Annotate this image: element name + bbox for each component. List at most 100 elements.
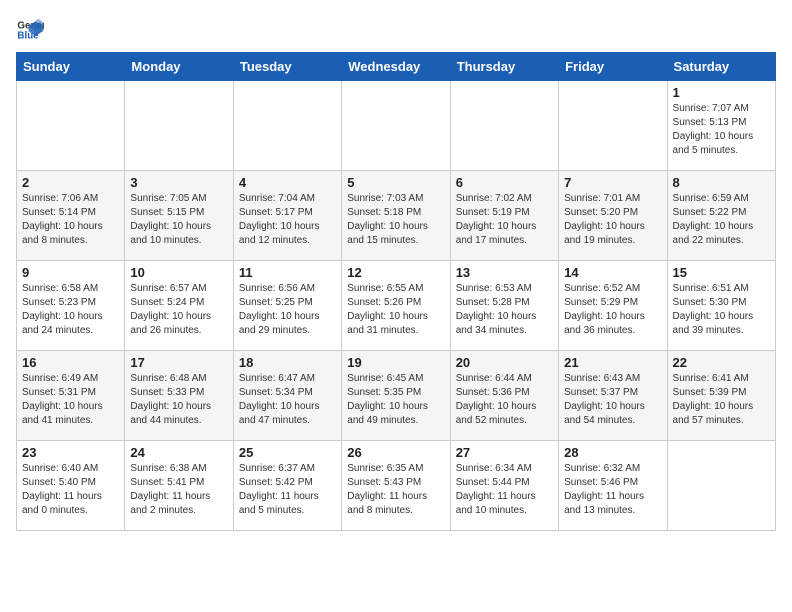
day-number: 19 <box>347 355 444 370</box>
day-number: 12 <box>347 265 444 280</box>
day-number: 28 <box>564 445 661 460</box>
calendar-cell: 1Sunrise: 7:07 AM Sunset: 5:13 PM Daylig… <box>667 81 775 171</box>
day-info: Sunrise: 6:45 AM Sunset: 5:35 PM Dayligh… <box>347 372 444 428</box>
day-number: 3 <box>130 175 227 190</box>
calendar-cell: 8 Sunrise: 6:59 AM Sunset: 5:22 PM Daylig… <box>667 171 775 261</box>
calendar-cell: 23 Sunrise: 6:40 AM Sunset: 5:40 PM Dayli… <box>17 441 125 531</box>
calendar-week-row: 16 Sunrise: 6:49 AM Sunset: 5:31 PM Dayli… <box>17 351 776 441</box>
day-info: Sunrise: 6:37 AM Sunset: 5:42 PM Dayligh… <box>239 462 336 518</box>
calendar-cell: 22 Sunrise: 6:41 AM Sunset: 5:39 PM Dayli… <box>667 351 775 441</box>
day-number: 27 <box>456 445 553 460</box>
day-number: 15 <box>673 265 770 280</box>
day-info: Sunrise: 7:04 AM Sunset: 5:17 PM Dayligh… <box>239 192 336 248</box>
day-info: Sunrise: 6:47 AM Sunset: 5:34 PM Dayligh… <box>239 372 336 428</box>
day-info: Sunrise: 6:57 AM Sunset: 5:24 PM Dayligh… <box>130 282 227 338</box>
day-info: Sunrise: 6:35 AM Sunset: 5:43 PM Dayligh… <box>347 462 444 518</box>
day-info: Sunrise: 6:49 AM Sunset: 5:31 PM Dayligh… <box>22 372 119 428</box>
day-number: 10 <box>130 265 227 280</box>
calendar-cell: 25 Sunrise: 6:37 AM Sunset: 5:42 PM Dayli… <box>233 441 341 531</box>
day-number: 14 <box>564 265 661 280</box>
calendar-cell: 6 Sunrise: 7:02 AM Sunset: 5:19 PM Daylig… <box>450 171 558 261</box>
day-info: Sunrise: 7:02 AM Sunset: 5:19 PM Dayligh… <box>456 192 553 248</box>
calendar-cell: 11 Sunrise: 6:56 AM Sunset: 5:25 PM Dayli… <box>233 261 341 351</box>
calendar-week-row: 2 Sunrise: 7:06 AM Sunset: 5:14 PM Daylig… <box>17 171 776 261</box>
day-info: Sunrise: 7:03 AM Sunset: 5:18 PM Dayligh… <box>347 192 444 248</box>
day-number: 21 <box>564 355 661 370</box>
day-info: Sunrise: 6:43 AM Sunset: 5:37 PM Dayligh… <box>564 372 661 428</box>
calendar-table: SundayMondayTuesdayWednesdayThursdayFrid… <box>16 52 776 531</box>
calendar-cell: 2 Sunrise: 7:06 AM Sunset: 5:14 PM Daylig… <box>17 171 125 261</box>
calendar-header-saturday: Saturday <box>667 53 775 81</box>
calendar-cell <box>17 81 125 171</box>
calendar-cell: 13Sunrise: 6:53 AM Sunset: 5:28 PM Dayli… <box>450 261 558 351</box>
calendar-cell: 18 Sunrise: 6:47 AM Sunset: 5:34 PM Dayli… <box>233 351 341 441</box>
logo-icon: General Blue <box>16 16 44 44</box>
day-number: 24 <box>130 445 227 460</box>
calendar-week-row: 9Sunrise: 6:58 AM Sunset: 5:23 PM Daylig… <box>17 261 776 351</box>
day-info: Sunrise: 6:55 AM Sunset: 5:26 PM Dayligh… <box>347 282 444 338</box>
calendar-cell <box>450 81 558 171</box>
calendar-cell <box>233 81 341 171</box>
day-info: Sunrise: 6:44 AM Sunset: 5:36 PM Dayligh… <box>456 372 553 428</box>
day-number: 16 <box>22 355 119 370</box>
day-info: Sunrise: 7:01 AM Sunset: 5:20 PM Dayligh… <box>564 192 661 248</box>
calendar-cell: 26 Sunrise: 6:35 AM Sunset: 5:43 PM Dayli… <box>342 441 450 531</box>
day-info: Sunrise: 6:52 AM Sunset: 5:29 PM Dayligh… <box>564 282 661 338</box>
calendar-cell: 12 Sunrise: 6:55 AM Sunset: 5:26 PM Dayli… <box>342 261 450 351</box>
calendar-cell <box>125 81 233 171</box>
calendar-week-row: 23 Sunrise: 6:40 AM Sunset: 5:40 PM Dayli… <box>17 441 776 531</box>
calendar-cell: 27 Sunrise: 6:34 AM Sunset: 5:44 PM Dayli… <box>450 441 558 531</box>
calendar-cell: 24 Sunrise: 6:38 AM Sunset: 5:41 PM Dayli… <box>125 441 233 531</box>
day-info: Sunrise: 7:06 AM Sunset: 5:14 PM Dayligh… <box>22 192 119 248</box>
day-number: 23 <box>22 445 119 460</box>
day-number: 18 <box>239 355 336 370</box>
day-info: Sunrise: 6:38 AM Sunset: 5:41 PM Dayligh… <box>130 462 227 518</box>
calendar-header-sunday: Sunday <box>17 53 125 81</box>
calendar-cell <box>559 81 667 171</box>
day-info: Sunrise: 6:56 AM Sunset: 5:25 PM Dayligh… <box>239 282 336 338</box>
calendar-header-thursday: Thursday <box>450 53 558 81</box>
calendar-cell: 16 Sunrise: 6:49 AM Sunset: 5:31 PM Dayli… <box>17 351 125 441</box>
calendar-header-friday: Friday <box>559 53 667 81</box>
calendar-cell: 3 Sunrise: 7:05 AM Sunset: 5:15 PM Daylig… <box>125 171 233 261</box>
day-number: 25 <box>239 445 336 460</box>
day-number: 5 <box>347 175 444 190</box>
day-info: Sunrise: 6:59 AM Sunset: 5:22 PM Dayligh… <box>673 192 770 248</box>
calendar-header-wednesday: Wednesday <box>342 53 450 81</box>
day-info: Sunrise: 7:05 AM Sunset: 5:15 PM Dayligh… <box>130 192 227 248</box>
day-number: 22 <box>673 355 770 370</box>
day-number: 11 <box>239 265 336 280</box>
day-number: 7 <box>564 175 661 190</box>
calendar-cell: 15 Sunrise: 6:51 AM Sunset: 5:30 PM Dayli… <box>667 261 775 351</box>
day-info: Sunrise: 6:40 AM Sunset: 5:40 PM Dayligh… <box>22 462 119 518</box>
calendar-week-row: 1Sunrise: 7:07 AM Sunset: 5:13 PM Daylig… <box>17 81 776 171</box>
page-header: General Blue <box>16 16 776 44</box>
day-number: 1 <box>673 85 770 100</box>
calendar-cell: 20 Sunrise: 6:44 AM Sunset: 5:36 PM Dayli… <box>450 351 558 441</box>
day-number: 20 <box>456 355 553 370</box>
day-info: Sunrise: 6:41 AM Sunset: 5:39 PM Dayligh… <box>673 372 770 428</box>
calendar-cell: 19 Sunrise: 6:45 AM Sunset: 5:35 PM Dayli… <box>342 351 450 441</box>
day-number: 26 <box>347 445 444 460</box>
day-info: Sunrise: 6:51 AM Sunset: 5:30 PM Dayligh… <box>673 282 770 338</box>
day-info: Sunrise: 6:34 AM Sunset: 5:44 PM Dayligh… <box>456 462 553 518</box>
calendar-cell: 4 Sunrise: 7:04 AM Sunset: 5:17 PM Daylig… <box>233 171 341 261</box>
calendar-cell: 7 Sunrise: 7:01 AM Sunset: 5:20 PM Daylig… <box>559 171 667 261</box>
logo: General Blue <box>16 16 46 44</box>
day-number: 6 <box>456 175 553 190</box>
day-number: 2 <box>22 175 119 190</box>
calendar-cell: 21 Sunrise: 6:43 AM Sunset: 5:37 PM Dayli… <box>559 351 667 441</box>
calendar-header-monday: Monday <box>125 53 233 81</box>
calendar-cell: 17Sunrise: 6:48 AM Sunset: 5:33 PM Dayli… <box>125 351 233 441</box>
calendar-cell <box>667 441 775 531</box>
calendar-cell: 28 Sunrise: 6:32 AM Sunset: 5:46 PM Dayli… <box>559 441 667 531</box>
day-number: 13 <box>456 265 553 280</box>
calendar-header-tuesday: Tuesday <box>233 53 341 81</box>
calendar-cell: 9Sunrise: 6:58 AM Sunset: 5:23 PM Daylig… <box>17 261 125 351</box>
calendar-cell: 5 Sunrise: 7:03 AM Sunset: 5:18 PM Daylig… <box>342 171 450 261</box>
day-info: Sunrise: 6:32 AM Sunset: 5:46 PM Dayligh… <box>564 462 661 518</box>
day-info: Sunrise: 6:58 AM Sunset: 5:23 PM Dayligh… <box>22 282 119 338</box>
day-info: Sunrise: 6:48 AM Sunset: 5:33 PM Dayligh… <box>130 372 227 428</box>
day-number: 8 <box>673 175 770 190</box>
day-number: 4 <box>239 175 336 190</box>
